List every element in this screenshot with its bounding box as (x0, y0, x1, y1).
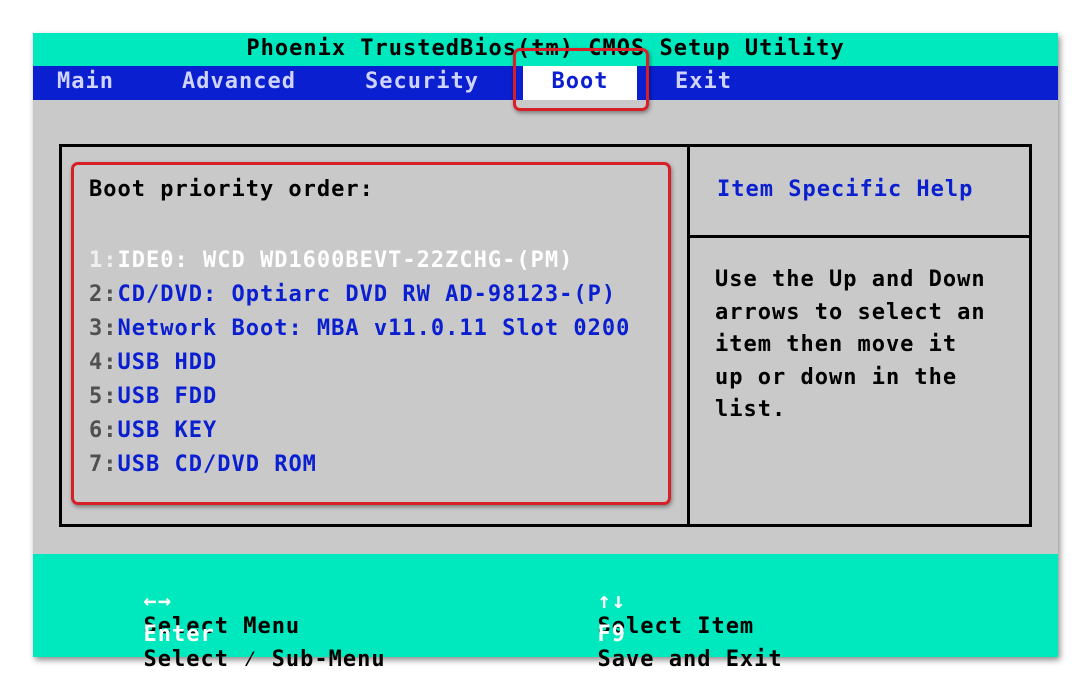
boot-tab-highlight (513, 48, 649, 111)
footer-keys: ←→ Select Menu Enter Select ⁄ Sub-Menu ↑… (33, 554, 1058, 672)
help-line: Use the Up and Down (715, 267, 986, 292)
help-line: list. (715, 397, 787, 422)
boot-list-highlight (71, 162, 671, 505)
bios-screen: Phoenix TrustedBios(tm) CMOS Setup Utili… (33, 33, 1058, 672)
footer-save-exit: F9 Save and Exit (512, 597, 783, 697)
help-line: up or down in the (715, 364, 958, 390)
help-line: arrows to select an (715, 299, 986, 325)
menu-exit[interactable]: Exit (675, 66, 732, 100)
panel-divider-vertical (687, 147, 690, 524)
menu-advanced[interactable]: Advanced (182, 66, 296, 100)
save-and-exit-label: Save and Exit (597, 647, 783, 672)
menu-security[interactable]: Security (365, 66, 479, 100)
menu-main[interactable]: Main (57, 66, 114, 100)
footer-enter: Enter Select ⁄ Sub-Menu (58, 597, 386, 698)
enter-key: Enter (143, 622, 215, 647)
select-submenu-label: Select ⁄ Sub-Menu (143, 647, 386, 672)
help-divider (690, 235, 1029, 238)
help-text: Use the Up and Down arrows to select an it… (715, 264, 1015, 427)
f9-key: F9 (597, 622, 626, 647)
help-title: Item Specific Help (717, 177, 974, 202)
help-line: item then move it (715, 332, 958, 357)
